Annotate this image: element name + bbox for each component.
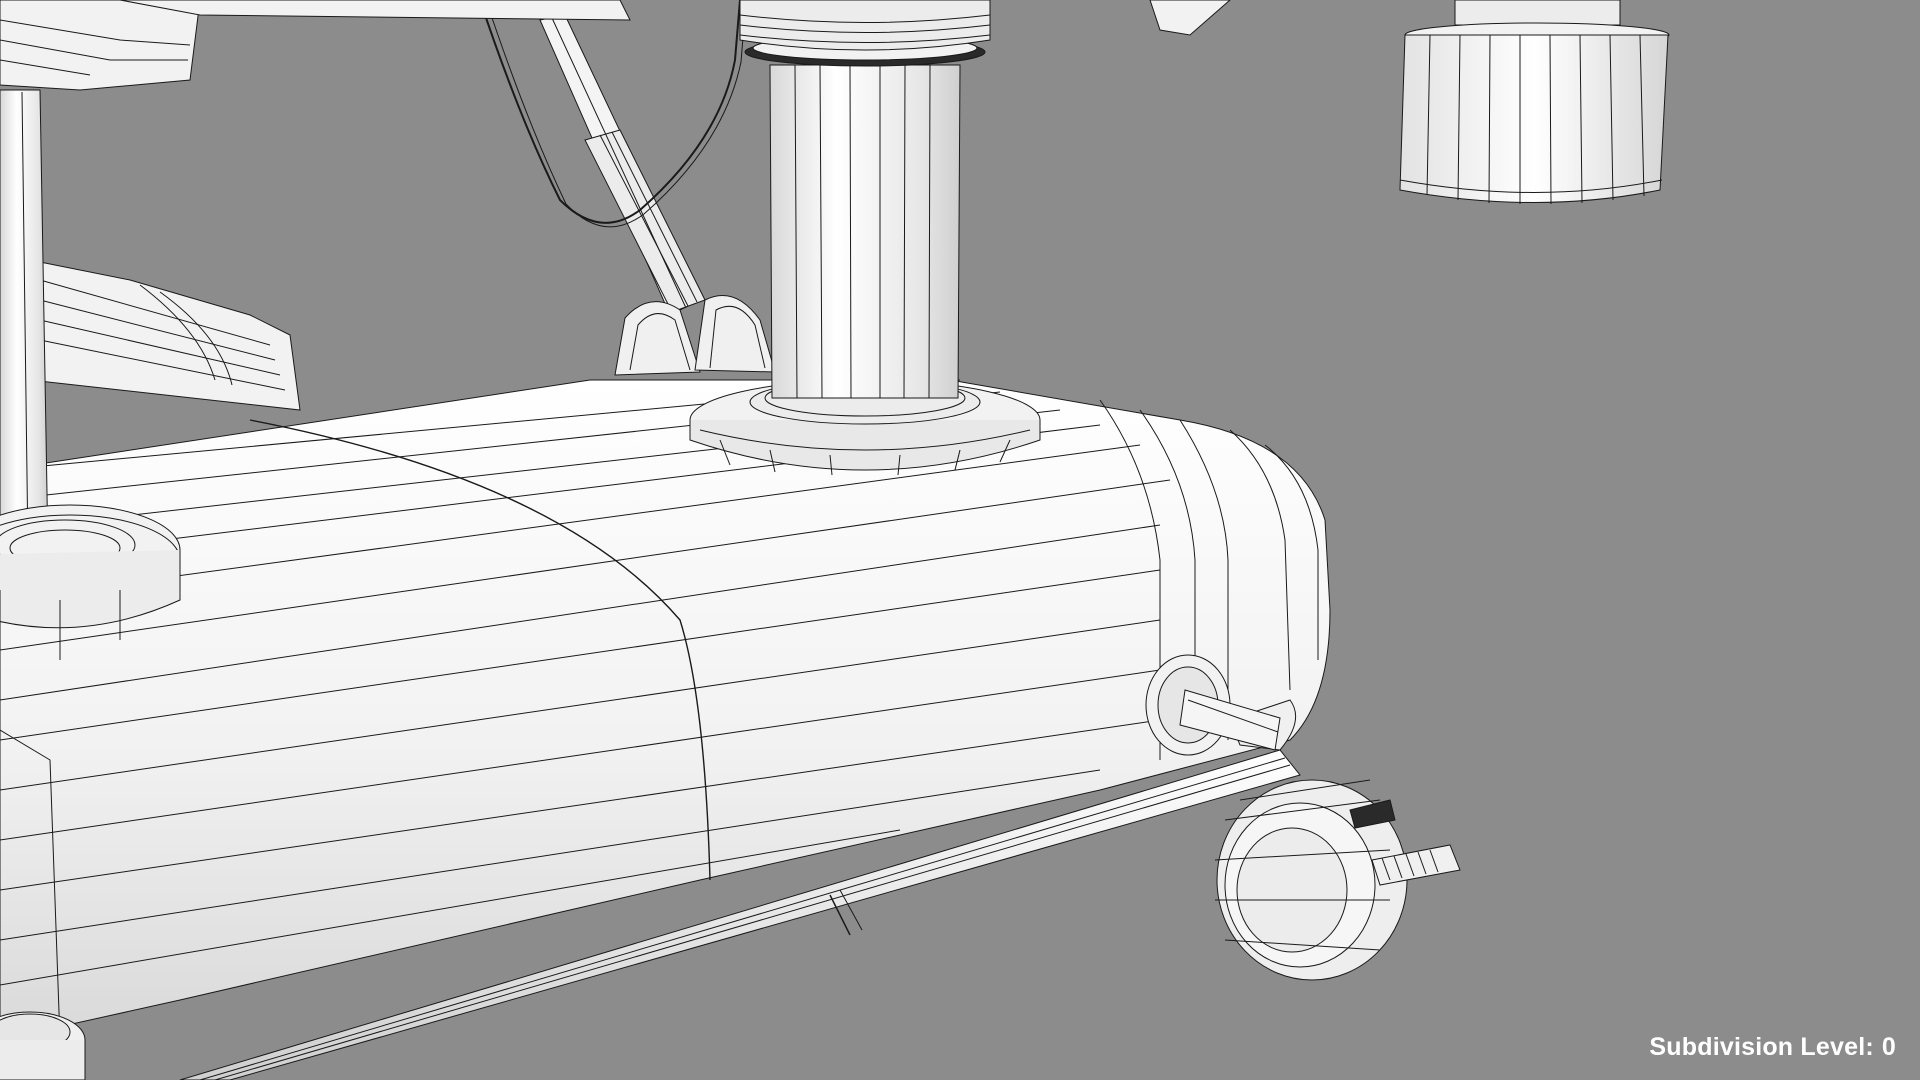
3d-viewport[interactable]: Subdivision Level: 0: [0, 0, 1920, 1080]
hinge-bracket: [614, 295, 776, 376]
wireframe-render: [0, 0, 1670, 1080]
center-column: [689, 0, 1041, 476]
rear-pad: [29, 259, 301, 411]
bottom-left-fitting: [0, 1011, 86, 1080]
top-left-housing: [0, 0, 1231, 91]
top-right-cylinder: [1399, 0, 1670, 205]
lever-arm: [479, 0, 747, 316]
caster-wheel: [1214, 779, 1461, 981]
subdivision-level-readout: Subdivision Level: 0: [1649, 1033, 1896, 1062]
subdivision-level-label: Subdivision Level:: [1649, 1033, 1874, 1061]
subdivision-level-value: 0: [1881, 1033, 1896, 1061]
